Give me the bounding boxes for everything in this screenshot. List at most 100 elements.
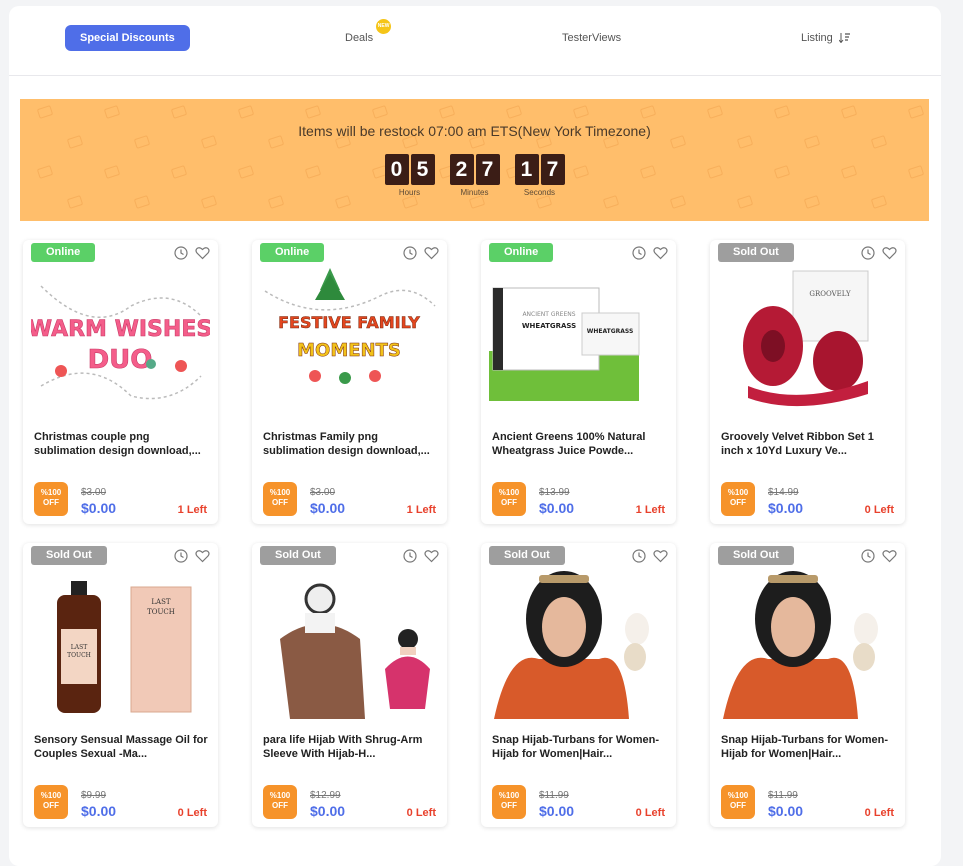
hours-digit-1: 0 xyxy=(384,154,409,185)
discount-percent: %100 xyxy=(269,488,291,497)
banner-pattern-icon xyxy=(371,105,389,119)
banner-pattern-icon xyxy=(103,105,121,119)
product-card[interactable]: Sold Out Snap Hijab-Turbans for Women-Hij… xyxy=(481,543,676,827)
discount-off: OFF xyxy=(43,801,59,810)
banner-pattern-icon xyxy=(572,105,590,119)
product-image[interactable]: ANCIENT GREENS WHEATGRASS WHEATGRASS xyxy=(489,266,668,416)
status-badge: Online xyxy=(489,243,554,262)
svg-text:ANCIENT GREENS: ANCIENT GREENS xyxy=(522,311,575,318)
product-card[interactable]: Sold Out GROOVELY Groovely Velvet Ribbon S… xyxy=(710,240,905,524)
product-image[interactable]: WARM WISHES DUO xyxy=(31,266,210,416)
sale-price: $0.00 xyxy=(539,803,575,819)
tab-testerviews[interactable]: TesterViews xyxy=(562,32,621,44)
svg-text:LAST: LAST xyxy=(151,598,170,606)
product-title[interactable]: Snap Hijab-Turbans for Women-Hijab for W… xyxy=(721,733,897,761)
discount-percent: %100 xyxy=(498,791,520,800)
product-image[interactable] xyxy=(260,569,439,719)
stock-left: 0 Left xyxy=(864,807,894,819)
svg-text:WHEATGRASS: WHEATGRASS xyxy=(587,328,634,335)
product-title[interactable]: Groovely Velvet Ribbon Set 1 inch x 10Yd… xyxy=(721,430,897,458)
clock-icon[interactable] xyxy=(632,246,646,265)
banner-pattern-icon xyxy=(267,195,285,209)
discount-off: OFF xyxy=(730,801,746,810)
clock-icon[interactable] xyxy=(403,246,417,265)
discount-badge: %100 OFF xyxy=(492,785,526,819)
clock-icon[interactable] xyxy=(174,246,188,265)
new-badge: NEW xyxy=(376,19,392,34)
product-title[interactable]: para life Hijab With Shrug-Arm Sleeve Wi… xyxy=(263,733,439,761)
clock-icon[interactable] xyxy=(403,549,417,568)
status-badge: Online xyxy=(260,243,325,262)
original-price: $11.99 xyxy=(539,790,569,801)
heart-icon[interactable] xyxy=(195,246,210,265)
product-image[interactable]: FESTIVE FAMILY MOMENTS xyxy=(260,266,439,416)
product-image[interactable] xyxy=(718,569,897,719)
product-card[interactable]: Sold Out LAST TOUCH LAST TOUCH Sensory Sensua… xyxy=(23,543,218,827)
discount-off: OFF xyxy=(272,498,288,507)
seconds-label: Seconds xyxy=(523,188,556,197)
product-card[interactable]: Online WARM WISHES DUO Christmas couple png… xyxy=(23,240,218,524)
product-image[interactable]: GROOVELY xyxy=(718,266,897,416)
banner-pattern-icon xyxy=(200,195,218,209)
timer-seconds: 1 7 Seconds xyxy=(514,154,565,197)
sale-price: $0.00 xyxy=(310,803,346,819)
svg-text:DUO: DUO xyxy=(88,345,153,375)
timer-minutes: 2 7 Minutes xyxy=(449,154,500,197)
product-card[interactable]: Online ANCIENT GREENS WHEATGRASS WHEATGRASS… xyxy=(481,240,676,524)
product-card[interactable]: Sold Out para life Hijab With Shrug-Arm S… xyxy=(252,543,447,827)
heart-icon[interactable] xyxy=(653,246,668,265)
product-image[interactable]: LAST TOUCH LAST TOUCH xyxy=(31,569,210,719)
banner-pattern-icon xyxy=(639,105,657,119)
discount-percent: %100 xyxy=(40,488,62,497)
clock-icon[interactable] xyxy=(861,246,875,265)
banner-pattern-icon xyxy=(803,195,821,209)
banner-pattern-icon xyxy=(870,195,888,209)
discount-badge: %100 OFF xyxy=(721,482,755,516)
discount-off: OFF xyxy=(43,498,59,507)
product-title[interactable]: Christmas Family png sublimation design … xyxy=(263,430,439,458)
sale-price: $0.00 xyxy=(539,500,575,516)
card-actions xyxy=(403,246,439,265)
product-title[interactable]: Ancient Greens 100% Natural Wheatgrass J… xyxy=(492,430,668,458)
heart-icon[interactable] xyxy=(882,549,897,568)
status-badge: Sold Out xyxy=(489,546,565,565)
discount-badge: %100 OFF xyxy=(492,482,526,516)
discount-off: OFF xyxy=(501,498,517,507)
sale-price: $0.00 xyxy=(81,500,117,516)
product-image[interactable] xyxy=(489,569,668,719)
sale-price: $0.00 xyxy=(81,803,117,819)
product-title[interactable]: Snap Hijab-Turbans for Women-Hijab for W… xyxy=(492,733,668,761)
banner-pattern-icon xyxy=(170,105,188,119)
banner-pattern-icon xyxy=(36,105,54,119)
minutes-digit-1: 2 xyxy=(449,154,474,185)
clock-icon[interactable] xyxy=(632,549,646,568)
svg-text:MOMENTS: MOMENTS xyxy=(297,340,401,361)
heart-icon[interactable] xyxy=(424,246,439,265)
original-price: $14.99 xyxy=(768,487,799,498)
stock-left: 1 Left xyxy=(177,504,207,516)
status-badge: Sold Out xyxy=(718,546,794,565)
tab-special-discounts[interactable]: Special Discounts xyxy=(65,25,190,51)
heart-icon[interactable] xyxy=(424,549,439,568)
original-price: $13.99 xyxy=(539,487,570,498)
heart-icon[interactable] xyxy=(195,549,210,568)
product-title[interactable]: Sensory Sensual Massage Oil for Couples … xyxy=(34,733,210,761)
discount-percent: %100 xyxy=(727,488,749,497)
discount-percent: %100 xyxy=(727,791,749,800)
clock-icon[interactable] xyxy=(861,549,875,568)
product-card[interactable]: Sold Out Snap Hijab-Turbans for Women-Hij… xyxy=(710,543,905,827)
banner-pattern-icon xyxy=(66,195,84,209)
heart-icon[interactable] xyxy=(653,549,668,568)
heart-icon[interactable] xyxy=(882,246,897,265)
banner-pattern-icon xyxy=(438,105,456,119)
banner-pattern-icon xyxy=(401,195,419,209)
original-price: $9.99 xyxy=(81,790,107,801)
original-price: $12.99 xyxy=(310,790,341,801)
tab-bar: Special Discounts Deals NEW TesterViews … xyxy=(9,6,941,76)
tab-deals[interactable]: Deals NEW xyxy=(345,19,392,44)
svg-text:WHEATGRASS: WHEATGRASS xyxy=(522,322,576,330)
product-title[interactable]: Christmas couple png sublimation design … xyxy=(34,430,210,458)
product-card[interactable]: Online FESTIVE FAMILY MOMENTS Christmas Fam… xyxy=(252,240,447,524)
clock-icon[interactable] xyxy=(174,549,188,568)
tab-listing[interactable]: Listing xyxy=(801,32,850,44)
